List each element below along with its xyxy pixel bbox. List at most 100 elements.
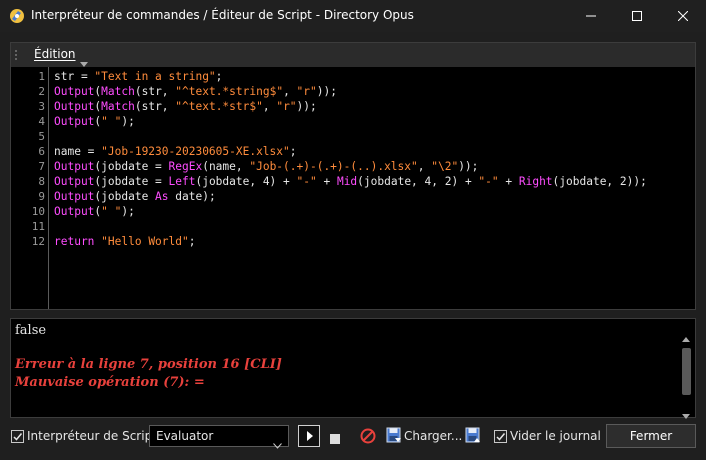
code-token: + xyxy=(498,175,519,188)
code-line[interactable]: Output(" "); xyxy=(54,114,135,129)
code-token: ; xyxy=(289,145,297,158)
close-icon xyxy=(678,11,688,21)
stop-button[interactable] xyxy=(329,430,341,449)
clear-log-label[interactable]: Vider le journal xyxy=(510,429,601,443)
line-number: 10 xyxy=(31,205,45,218)
bottom-toolbar: Interpréteur de Script: Evaluator Charge… xyxy=(0,420,706,460)
console-scrollbar[interactable] xyxy=(679,321,693,419)
code-token: "^text.*string$" xyxy=(175,85,284,98)
line-number: 2 xyxy=(38,85,45,98)
code-token: "-" xyxy=(478,175,499,188)
line-number: 7 xyxy=(38,160,45,173)
console-output-line: false xyxy=(15,323,47,338)
code-token: Output xyxy=(54,205,95,218)
clear-log-checkbox[interactable] xyxy=(494,430,507,443)
code-token: RegEx xyxy=(168,160,203,173)
code-line[interactable]: Output(jobdate = Left(jobdate, 4) + "-" … xyxy=(54,174,647,189)
script-interpreter-checkbox[interactable] xyxy=(11,430,24,443)
code-line[interactable]: Output(Match(str, "^text.*string$", "r")… xyxy=(54,84,337,99)
play-icon xyxy=(307,431,313,441)
menu-edition[interactable]: Édition xyxy=(34,47,76,61)
line-number: 9 xyxy=(38,190,45,203)
close-window-button[interactable] xyxy=(660,0,706,32)
code-token: "Job-19230-20230605-XE.xlsx" xyxy=(101,145,290,158)
code-token: Output xyxy=(54,175,95,188)
code-token: (jobdate xyxy=(94,190,156,203)
code-token: (jobdate = xyxy=(94,175,169,188)
floppy-load-icon xyxy=(386,427,401,443)
code-token: "Job-(.+)-(.+)-(..).xlsx" xyxy=(249,160,418,173)
load-button[interactable] xyxy=(386,427,402,448)
code-token: "Hello World" xyxy=(101,235,189,248)
run-button[interactable] xyxy=(298,425,320,447)
line-number: 8 xyxy=(38,175,45,188)
code-token: , xyxy=(262,100,277,113)
code-token: (name, xyxy=(202,160,250,173)
code-line[interactable]: Output(jobdate = RegEx(name, "Job-(.+)-(… xyxy=(54,159,478,174)
code-line[interactable]: Output(jobdate As date); xyxy=(54,189,216,204)
scrollbar-thumb[interactable] xyxy=(682,348,691,395)
code-token: "-" xyxy=(296,175,317,188)
minimize-button[interactable] xyxy=(568,0,614,32)
scroll-up-icon[interactable] xyxy=(682,327,690,342)
code-token: ; xyxy=(188,235,196,248)
save-button[interactable] xyxy=(465,427,481,448)
console-error-line: Erreur à la ligne 7, position 16 [CLI] xyxy=(15,357,282,372)
code-token: (jobdate = xyxy=(94,160,169,173)
code-token: (str, xyxy=(134,100,176,113)
code-token: (str, xyxy=(134,85,176,98)
code-line[interactable]: str = "Text in a string"; xyxy=(54,69,222,84)
code-token: (jobdate, 4) + xyxy=(195,175,297,188)
code-token: return xyxy=(54,235,95,248)
grip-icon xyxy=(14,48,18,62)
script-editor[interactable]: Édition 1 2 3 4 5 6 7 8 9 10 11 12 str = "Text in a… xyxy=(10,42,696,310)
window-title: Interpréteur de commandes / Éditeur de S… xyxy=(31,8,414,22)
mode-select[interactable]: Evaluator xyxy=(149,425,289,449)
code-line[interactable]: return "Hello World"; xyxy=(54,234,195,249)
code-token: )); xyxy=(458,160,479,173)
checkmark-icon xyxy=(496,433,506,441)
load-label[interactable]: Charger... xyxy=(404,429,462,443)
maximize-button[interactable] xyxy=(614,0,660,32)
stop-icon xyxy=(330,434,340,444)
code-token: , xyxy=(417,160,432,173)
line-number-gutter: 1 2 3 4 5 6 7 8 9 10 11 12 xyxy=(11,67,49,309)
cancel-button[interactable] xyxy=(360,428,376,448)
code-token: name = xyxy=(54,145,102,158)
code-token: Match xyxy=(101,85,135,98)
code-token: " " xyxy=(101,205,122,218)
line-number: 11 xyxy=(31,220,45,233)
code-token: "r" xyxy=(276,100,297,113)
code-token: "Text in a string" xyxy=(94,70,216,83)
line-number: 12 xyxy=(31,235,45,248)
code-token: Left xyxy=(168,175,196,188)
directory-opus-icon xyxy=(9,8,25,24)
floppy-save-icon xyxy=(465,427,480,443)
code-token: ); xyxy=(121,115,135,128)
code-line[interactable]: Output(" "); xyxy=(54,204,135,219)
close-button[interactable]: Fermer xyxy=(606,424,696,448)
chevron-down-icon xyxy=(273,434,282,453)
code-token: "^text.*str$" xyxy=(175,100,263,113)
code-token: ; xyxy=(215,70,223,83)
line-number: 1 xyxy=(38,70,45,83)
scroll-down-icon[interactable] xyxy=(682,405,690,419)
code-token: Output xyxy=(54,85,95,98)
output-console[interactable]: false Erreur à la ligne 7, position 16 [… xyxy=(10,318,696,419)
line-number: 5 xyxy=(38,130,45,143)
code-token: " " xyxy=(101,115,122,128)
console-error-line: Mauvaise opération (7): = xyxy=(15,375,205,390)
code-line[interactable]: Output(Match(str, "^text.*str$", "r")); xyxy=(54,99,317,114)
code-token: , xyxy=(283,85,297,98)
code-token: str = xyxy=(54,70,95,83)
code-token: )); xyxy=(296,100,317,113)
editor-menubar: Édition xyxy=(11,43,695,67)
title-bar: Interpréteur de commandes / Éditeur de S… xyxy=(0,0,706,32)
line-number: 3 xyxy=(38,100,45,113)
code-line[interactable]: name = "Job-19230-20230605-XE.xlsx"; xyxy=(54,144,297,159)
line-number: 4 xyxy=(38,115,45,128)
code-token: Output xyxy=(54,115,95,128)
code-token: Output xyxy=(54,100,95,113)
script-interpreter-label[interactable]: Interpréteur de Script: xyxy=(27,429,161,443)
code-token: (jobdate, 2)); xyxy=(552,175,647,188)
